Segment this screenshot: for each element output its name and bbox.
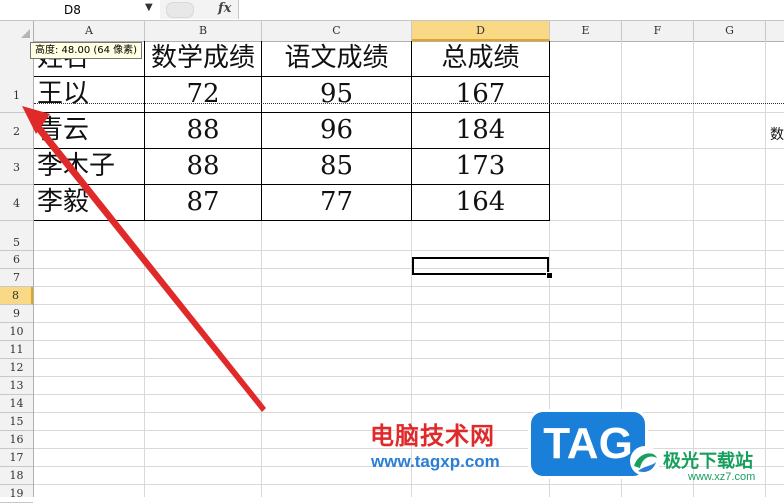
watermark-site-url: www.xz7.com bbox=[688, 471, 756, 483]
watermark-site-name: 极光下载站 bbox=[663, 451, 753, 472]
aurora-logo-icon bbox=[630, 446, 660, 476]
watermark-url: www.tagxp.com bbox=[371, 452, 500, 471]
watermark-brand: 电脑技术网 bbox=[370, 422, 495, 450]
